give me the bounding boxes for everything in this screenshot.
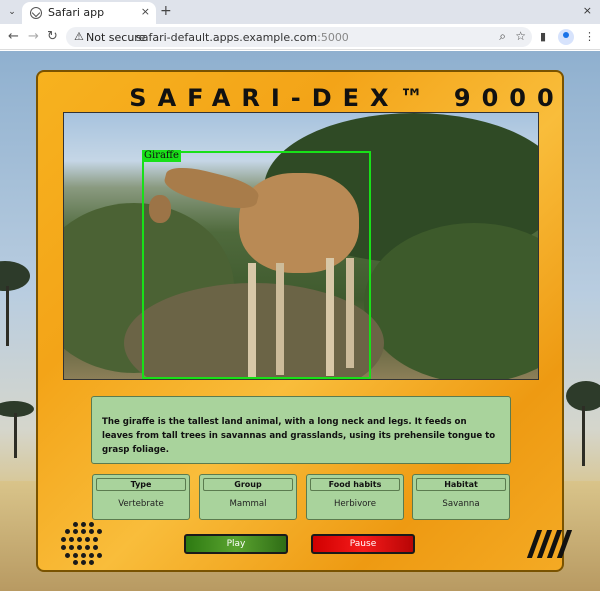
info-card-value: Savanna [442,499,480,509]
address-bar[interactable]: ⚠ Not secure safari-default.apps.example… [66,27,532,47]
camera-frame: Giraffe [63,112,539,380]
info-card-habitat: Habitat Savanna [412,474,510,520]
browser-tab-bar: ⌄ Safari app × + × [0,0,600,24]
info-card-header: Food habits [310,478,400,491]
info-card-type: Type Vertebrate [92,474,190,520]
menu-kebab-icon[interactable]: ⋮ [584,30,595,43]
pause-button[interactable]: Pause [311,534,415,554]
bookmark-star-icon[interactable]: ☆ [515,29,526,43]
globe-icon [30,7,42,19]
side-panel-icon[interactable]: ▮ [540,30,546,43]
animal-description: The giraffe is the tallest land animal, … [91,396,511,464]
url-host: safari-default.apps.example.com [136,31,318,44]
url-port: :5000 [317,31,349,44]
reload-icon[interactable]: ↻ [47,29,58,44]
browser-toolbar: ← → ↻ ⚠ Not secure safari-default.apps.e… [0,24,600,50]
tab-close-icon[interactable]: × [141,5,150,18]
info-card-header: Habitat [416,478,506,491]
tally-slashes-icon [526,530,573,560]
detection-bounding-box [142,151,371,379]
info-card-group: Group Mammal [199,474,297,520]
browser-tab[interactable]: Safari app × [22,2,156,24]
info-card-food-habits: Food habits Herbivore [306,474,404,520]
info-card-value: Mammal [229,499,267,509]
detection-label: Giraffe [142,150,181,162]
zoom-icon[interactable]: ⌕ [499,29,506,44]
info-card-header: Type [96,478,186,491]
warning-icon[interactable]: ⚠ [74,30,84,43]
app-title: SAFARI-DEX™ 9000 [129,84,565,112]
play-button[interactable]: Play [184,534,288,554]
forward-icon[interactable]: → [28,29,39,44]
speaker-grille-icon [60,522,104,566]
tab-title: Safari app [48,6,105,19]
back-icon[interactable]: ← [8,29,19,44]
safari-dex-panel: SAFARI-DEX™ 9000 Giraffe The giraffe is … [36,70,573,572]
info-card-value: Herbivore [333,499,377,509]
url-text[interactable]: safari-default.apps.example.com:5000 [136,31,349,44]
window-close-icon[interactable]: × [583,4,592,17]
tab-search-icon[interactable]: ⌄ [4,4,20,20]
profile-avatar[interactable] [558,29,574,45]
info-card-value: Vertebrate [118,499,164,509]
info-card-header: Group [203,478,293,491]
new-tab-button[interactable]: + [160,3,172,19]
